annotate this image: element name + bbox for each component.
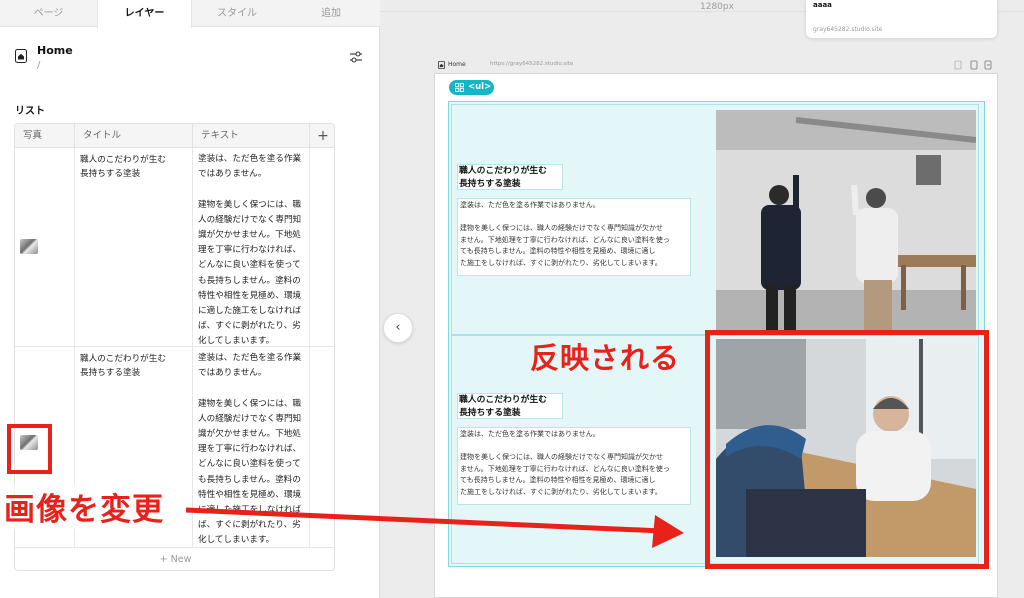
- highlight-box-thumbnail: [7, 424, 52, 474]
- page-header[interactable]: Home /: [0, 40, 380, 80]
- text-cell[interactable]: 塗装は、ただ色を塗る作業 ではありません。 建物を美しく保つには、職 人の経験だ…: [193, 347, 310, 547]
- chevron-left-icon: ‹: [395, 320, 401, 335]
- site-name: aaaa: [813, 1, 832, 9]
- collapse-panel-button[interactable]: ‹: [383, 313, 413, 343]
- item-title[interactable]: 職人のこだわりが生む 長持ちする塗装: [457, 164, 563, 190]
- item-text[interactable]: 塗装は、ただ色を塗る作業ではありません。 建物を美しく保つには、職人の経験だけで…: [457, 198, 691, 276]
- settings-sliders-icon[interactable]: [348, 49, 364, 65]
- new-item-button[interactable]: + New: [15, 548, 334, 570]
- site-info-popup: aaaa gray645282.studio.site: [806, 0, 997, 38]
- table-row[interactable]: 職人のこだわりが生む 長持ちする塗装 塗装は、ただ色を塗る作業 ではありません。…: [15, 148, 334, 347]
- tab-styles[interactable]: スタイル: [192, 0, 282, 27]
- item-text[interactable]: 塗装は、ただ色を塗る作業ではありません。 建物を美しく保つには、職人の経験だけで…: [457, 427, 691, 505]
- panel-tabs: ページ レイヤー スタイル 追加: [0, 0, 380, 28]
- tab-add[interactable]: 追加: [282, 0, 380, 27]
- site-domain[interactable]: gray645282.studio.site: [813, 26, 882, 33]
- page-name: Home: [37, 44, 73, 57]
- add-column-button[interactable]: +: [310, 124, 334, 148]
- item-photo[interactable]: [716, 110, 976, 330]
- photo-cell[interactable]: [15, 148, 75, 346]
- canvas-width-label: 1280px: [700, 2, 734, 12]
- ul-badge-label: <ul>: [468, 82, 492, 92]
- home-icon: [15, 49, 27, 63]
- tab-pages[interactable]: ページ: [0, 0, 97, 27]
- thumbnail-image[interactable]: [20, 239, 38, 254]
- text-cell[interactable]: 塗装は、ただ色を塗る作業 ではありません。 建物を美しく保つには、職 人の経験だ…: [193, 148, 310, 346]
- column-header-title[interactable]: タイトル: [75, 124, 193, 148]
- annotation-change-image: 画像を変更: [4, 484, 164, 529]
- grid-icon: [455, 83, 464, 92]
- column-header-text[interactable]: テキスト: [193, 124, 310, 148]
- item-title[interactable]: 職人のこだわりが生む 長持ちする塗装: [457, 393, 563, 419]
- page-path: /: [37, 60, 41, 71]
- ul-element-badge[interactable]: <ul>: [449, 80, 494, 95]
- preview-url[interactable]: https://gray645282.studio.site: [490, 61, 573, 67]
- home-icon: [438, 61, 445, 69]
- preview-toolbar-icons[interactable]: [950, 60, 995, 70]
- tab-layers[interactable]: レイヤー: [97, 0, 192, 28]
- column-header-photo[interactable]: 写真: [15, 124, 75, 148]
- annotation-reflected: 反映される: [530, 341, 681, 375]
- highlight-box-preview: [705, 330, 989, 569]
- section-title: リスト: [15, 106, 45, 117]
- title-cell[interactable]: 職人のこだわりが生む 長持ちする塗装: [75, 148, 193, 346]
- preview-page-name: Home: [448, 61, 466, 68]
